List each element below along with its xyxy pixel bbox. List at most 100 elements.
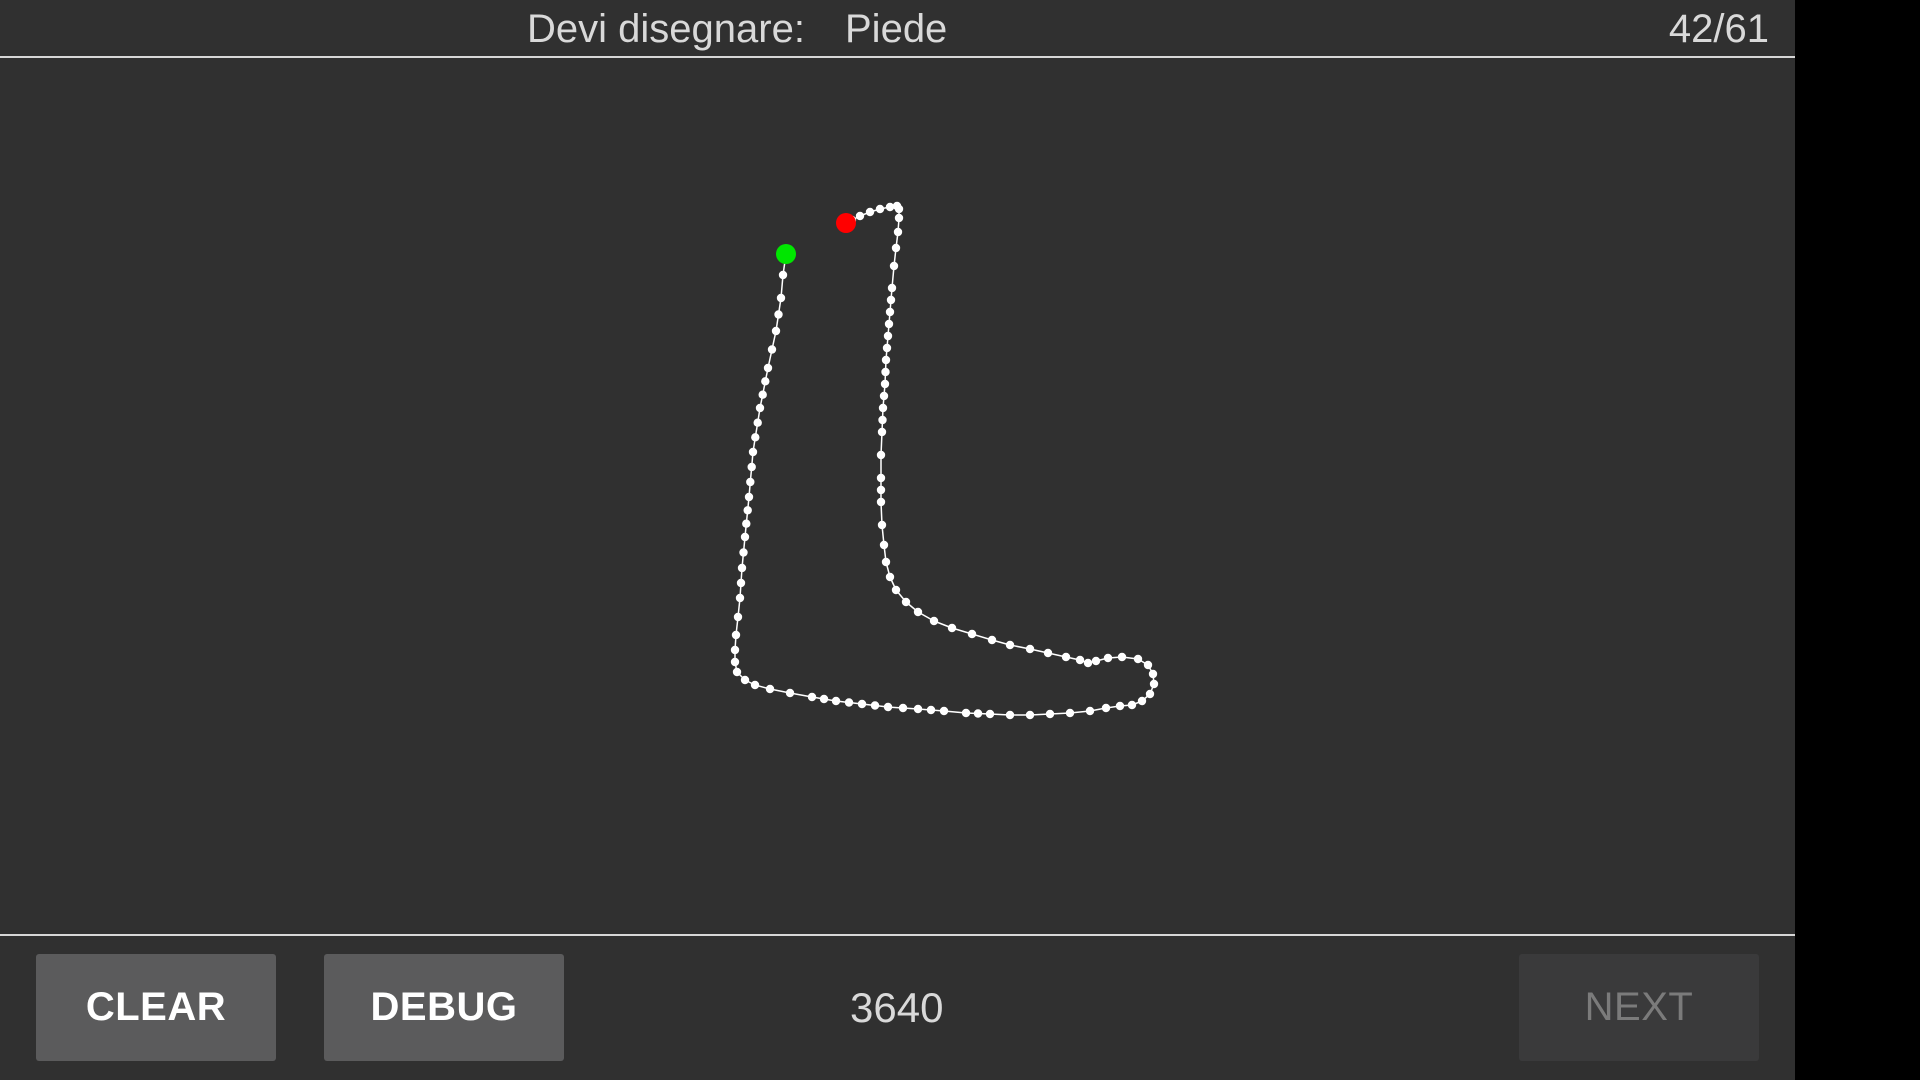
stroke-point <box>761 377 770 386</box>
clear-button[interactable]: CLEAR <box>36 954 276 1061</box>
stroke-point <box>765 684 775 694</box>
stroke-point <box>740 675 750 685</box>
stroke-point <box>884 319 894 329</box>
stroke-point <box>985 709 995 719</box>
stroke-point <box>1145 689 1155 699</box>
progress-counter: 42/61 <box>1668 7 1769 51</box>
stroke-point <box>1127 700 1137 710</box>
stroke-point <box>857 699 867 709</box>
stroke-point <box>973 709 983 718</box>
prompt-word: Piede <box>845 7 948 51</box>
stroke-point <box>1025 710 1035 720</box>
sketch-svg <box>730 201 1159 720</box>
stroke-points <box>730 201 1159 720</box>
stroke-point <box>831 696 841 706</box>
stroke-point <box>746 477 755 487</box>
stroke-point <box>947 623 957 633</box>
stroke-point <box>1137 696 1147 706</box>
stroke-point <box>876 485 886 495</box>
stroke-point <box>731 630 741 640</box>
stroke-point <box>1085 706 1095 716</box>
stroke-point <box>785 688 795 698</box>
stroke-point <box>876 497 886 507</box>
next-button[interactable]: NEXT <box>1519 954 1759 1061</box>
stroke-point <box>1148 669 1158 679</box>
stroke-point <box>876 450 886 460</box>
stroke-point <box>1143 660 1153 670</box>
stroke-point <box>1025 644 1035 654</box>
stroke-point <box>730 657 740 667</box>
stroke-point <box>882 343 892 353</box>
stroke-point <box>744 492 754 502</box>
stroke-point <box>742 519 751 528</box>
stroke-point <box>926 705 936 715</box>
stroke-point <box>771 326 781 336</box>
drawing-canvas[interactable] <box>0 58 1795 934</box>
stroke-end-marker <box>836 213 856 233</box>
stroke-point <box>875 204 885 214</box>
stroke-point <box>1115 701 1125 711</box>
stroke-point <box>1133 654 1143 664</box>
stroke-point <box>755 403 765 413</box>
stroke-point <box>774 310 783 319</box>
stroke-point <box>891 243 901 253</box>
stroke-point <box>736 578 746 588</box>
stroke-point <box>876 473 886 483</box>
stroke-point <box>877 520 887 530</box>
stroke-point <box>758 390 767 399</box>
stroke-point <box>763 363 773 373</box>
stroke-point <box>887 283 897 293</box>
stroke-point <box>883 331 893 341</box>
stroke-point <box>748 447 758 457</box>
stroke-point <box>891 585 901 595</box>
prompt-label: Devi disegnare: <box>527 7 805 51</box>
drawing-app: Devi disegnare: Piede 42/61 CLEAR DEBUG … <box>0 0 1795 1080</box>
stroke-point <box>987 635 997 645</box>
stroke-point <box>894 213 904 223</box>
debug-button[interactable]: DEBUG <box>324 954 564 1061</box>
stroke-point <box>883 702 893 712</box>
stroke-point <box>743 506 752 515</box>
stroke-point <box>870 701 880 710</box>
stroke-point <box>889 261 899 271</box>
stroke-point <box>753 418 762 427</box>
stroke-point <box>881 355 891 365</box>
stroke-point <box>1005 640 1015 650</box>
stroke-point <box>732 667 742 677</box>
stroke-point <box>735 593 745 603</box>
score-value: 3640 <box>850 984 944 1031</box>
stroke-point <box>913 607 923 617</box>
stroke-point <box>898 703 908 713</box>
stroke-point <box>885 202 895 212</box>
stroke-point <box>879 540 889 550</box>
stroke-point <box>893 227 903 237</box>
stroke-point <box>737 563 747 573</box>
stroke-point <box>879 391 889 401</box>
stroke-point <box>819 694 829 704</box>
stroke-point <box>881 367 890 377</box>
stroke-point <box>1117 652 1127 662</box>
stroke-point <box>733 612 743 622</box>
stroke-point <box>865 207 875 217</box>
stroke-point <box>1075 655 1085 665</box>
stroke-point <box>1149 679 1159 689</box>
stroke-point <box>913 704 923 714</box>
stroke-point <box>855 211 865 221</box>
stroke-point <box>739 548 748 557</box>
stroke-point <box>929 616 939 626</box>
stroke-point <box>1083 658 1093 668</box>
stroke-point <box>767 345 777 354</box>
stroke-point <box>750 680 760 690</box>
stroke-point <box>778 270 788 280</box>
stroke-point <box>886 295 896 305</box>
header: Devi disegnare: Piede 42/61 <box>0 0 1795 57</box>
stroke-point <box>751 433 760 442</box>
stroke-point <box>1061 652 1071 662</box>
stroke-point <box>1103 653 1113 663</box>
stroke-point <box>1045 709 1055 719</box>
stroke-point <box>885 572 895 582</box>
stroke-line <box>734 205 1155 716</box>
stroke-point <box>1065 708 1075 718</box>
stroke-point <box>880 379 890 389</box>
stroke-point <box>807 692 817 702</box>
